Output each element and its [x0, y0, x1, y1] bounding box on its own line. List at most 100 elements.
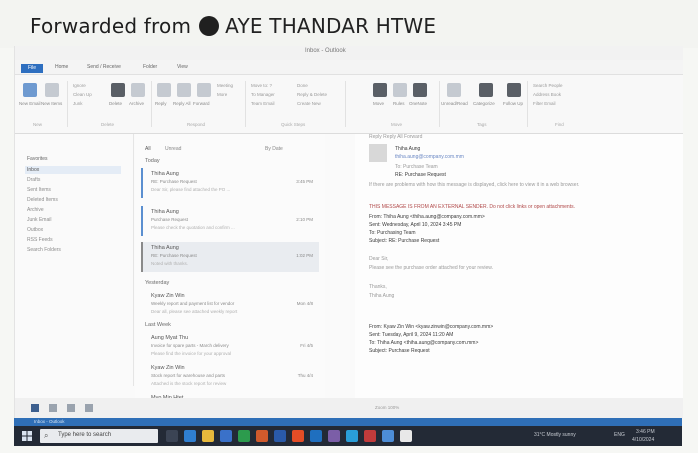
edge-icon[interactable]: [184, 430, 196, 442]
rules-icon[interactable]: [393, 83, 407, 97]
quick-step-create-new[interactable]: Create New: [297, 101, 321, 106]
folder-outbox[interactable]: Outbox: [27, 227, 43, 233]
list-item-selected[interactable]: Thiha Aung RE: Purchase Request Noted wi…: [141, 242, 319, 272]
quick-step-done[interactable]: Done: [297, 83, 308, 88]
task-view-icon[interactable]: [166, 430, 178, 442]
search-people-field[interactable]: Search People: [533, 83, 563, 88]
clean-up-button[interactable]: Clean Up: [73, 92, 92, 97]
move-button[interactable]: Move: [373, 101, 384, 106]
telegram-icon[interactable]: [346, 430, 358, 442]
folder-junk-email[interactable]: Junk Email: [27, 217, 51, 223]
ignore-button[interactable]: Ignore: [73, 83, 86, 88]
reply-icon[interactable]: [157, 83, 171, 97]
group-label-move: Move: [391, 122, 403, 127]
folder-archive[interactable]: Archive: [27, 207, 44, 213]
rules-button[interactable]: Rules: [393, 101, 405, 106]
list-item[interactable]: Kyaw Zin Win Stock report for warehouse …: [141, 362, 319, 392]
meeting-button[interactable]: Meeting: [217, 83, 233, 88]
language-indicator[interactable]: ENG: [614, 432, 625, 438]
search-input[interactable]: Type here to search: [58, 432, 111, 438]
app-icon[interactable]: [364, 430, 376, 442]
app-icon[interactable]: [400, 430, 412, 442]
folder-deleted-items[interactable]: Deleted Items: [27, 197, 58, 203]
tab-folder[interactable]: Folder: [143, 64, 157, 70]
file-explorer-icon[interactable]: [202, 430, 214, 442]
tab-view[interactable]: View: [177, 64, 188, 70]
follow-up-button[interactable]: Follow Up: [503, 101, 523, 106]
categorize-icon[interactable]: [479, 83, 493, 97]
archive-icon[interactable]: [131, 83, 145, 97]
archive-button[interactable]: Archive: [129, 101, 144, 106]
group-header-last-week[interactable]: Last Week: [145, 322, 171, 328]
delete-icon[interactable]: [111, 83, 125, 97]
quick-step-team-email[interactable]: Team Email: [251, 101, 275, 106]
list-item[interactable]: Aung Myat Thu Invoice for spare parts - …: [141, 332, 319, 362]
move-icon[interactable]: [373, 83, 387, 97]
folder-drafts[interactable]: Drafts: [27, 177, 40, 183]
new-items-icon[interactable]: [45, 83, 59, 97]
filter-email-button[interactable]: Filter Email: [533, 101, 556, 106]
unread-read-button[interactable]: Unread/Read: [441, 101, 468, 106]
window-status-strip: Inbox - Outlook: [14, 418, 682, 426]
calendar-icon[interactable]: [49, 404, 57, 412]
folder-rss-feeds[interactable]: RSS Feeds: [27, 237, 53, 243]
teams-icon[interactable]: [328, 430, 340, 442]
group-label-delete: Delete: [101, 122, 115, 127]
list-item[interactable]: Kyaw Zin Win Weekly report and payment l…: [141, 290, 319, 320]
filter-all-tab[interactable]: All: [145, 146, 151, 152]
onenote-icon[interactable]: [413, 83, 427, 97]
clock-date[interactable]: 4/10/2024: [632, 437, 654, 443]
message-subject: Purchase Request: [151, 217, 189, 222]
folder-search-folders[interactable]: Search Folders: [27, 247, 61, 253]
tab-home[interactable]: Home: [55, 64, 68, 70]
word-icon[interactable]: [274, 430, 286, 442]
tasks-icon[interactable]: [85, 404, 93, 412]
onenote-button[interactable]: OneNote: [409, 101, 427, 106]
forward-icon[interactable]: [197, 83, 211, 97]
quick-step-reply-delete[interactable]: Reply & Delete: [297, 92, 327, 97]
junk-button[interactable]: Junk: [73, 101, 83, 106]
mail-app-icon[interactable]: [220, 430, 232, 442]
app-icon[interactable]: [382, 430, 394, 442]
unread-read-icon[interactable]: [447, 83, 461, 97]
list-item[interactable]: Thiha Aung Purchase Request Please check…: [141, 206, 319, 236]
favorites-header[interactable]: Favorites: [27, 156, 48, 162]
address-book-button[interactable]: Address Book: [533, 92, 561, 97]
reply-all-button[interactable]: Reply All: [173, 101, 191, 106]
reply-all-icon[interactable]: [177, 83, 191, 97]
forward-button[interactable]: Forward: [193, 101, 210, 106]
people-icon[interactable]: [67, 404, 75, 412]
mail-icon[interactable]: [31, 404, 39, 412]
powerpoint-icon[interactable]: [256, 430, 268, 442]
quick-step-to-manager[interactable]: To Manager: [251, 92, 275, 97]
weather-widget[interactable]: 31°C Mostly sunny: [534, 432, 576, 438]
folder-sent-items[interactable]: Sent Items: [27, 187, 51, 193]
delete-button[interactable]: Delete: [109, 101, 122, 106]
signature-thanks: Thanks,: [369, 284, 387, 290]
clock-time[interactable]: 3:46 PM: [636, 429, 655, 435]
sender-email[interactable]: thiha.aung@company.com.mm: [395, 154, 464, 160]
group-header-today[interactable]: Today: [145, 158, 160, 164]
reply-button[interactable]: Reply: [155, 101, 167, 106]
chrome-icon[interactable]: [292, 430, 304, 442]
list-item[interactable]: Thiha Aung RE: Purchase Request Dear Sir…: [141, 168, 319, 198]
more-respond-button[interactable]: More: [217, 92, 227, 97]
group-header-yesterday[interactable]: Yesterday: [145, 280, 169, 286]
tab-send-receive[interactable]: Send / Receive: [87, 64, 121, 70]
sort-dropdown[interactable]: By Date: [265, 146, 283, 152]
folder-inbox[interactable]: Inbox: [27, 167, 39, 173]
new-items-button[interactable]: New Items: [41, 101, 62, 106]
taskbar-search[interactable]: ⌕ Type here to search: [40, 429, 158, 443]
excel-icon[interactable]: [238, 430, 250, 442]
windows-start-icon[interactable]: [22, 431, 32, 441]
categorize-button[interactable]: Categorize: [473, 101, 495, 106]
new-email-button[interactable]: New Email: [19, 101, 41, 106]
quick-step-move[interactable]: Move to: ?: [251, 83, 272, 88]
new-email-icon[interactable]: [23, 83, 37, 97]
reply-actions[interactable]: Reply Reply All Forward: [369, 134, 422, 140]
display-notice[interactable]: If there are problems with how this mess…: [369, 182, 579, 188]
filter-unread-tab[interactable]: Unread: [165, 146, 181, 152]
outlook-icon[interactable]: [310, 430, 322, 442]
follow-up-flag-icon[interactable]: [507, 83, 521, 97]
tab-file[interactable]: File: [21, 64, 43, 73]
